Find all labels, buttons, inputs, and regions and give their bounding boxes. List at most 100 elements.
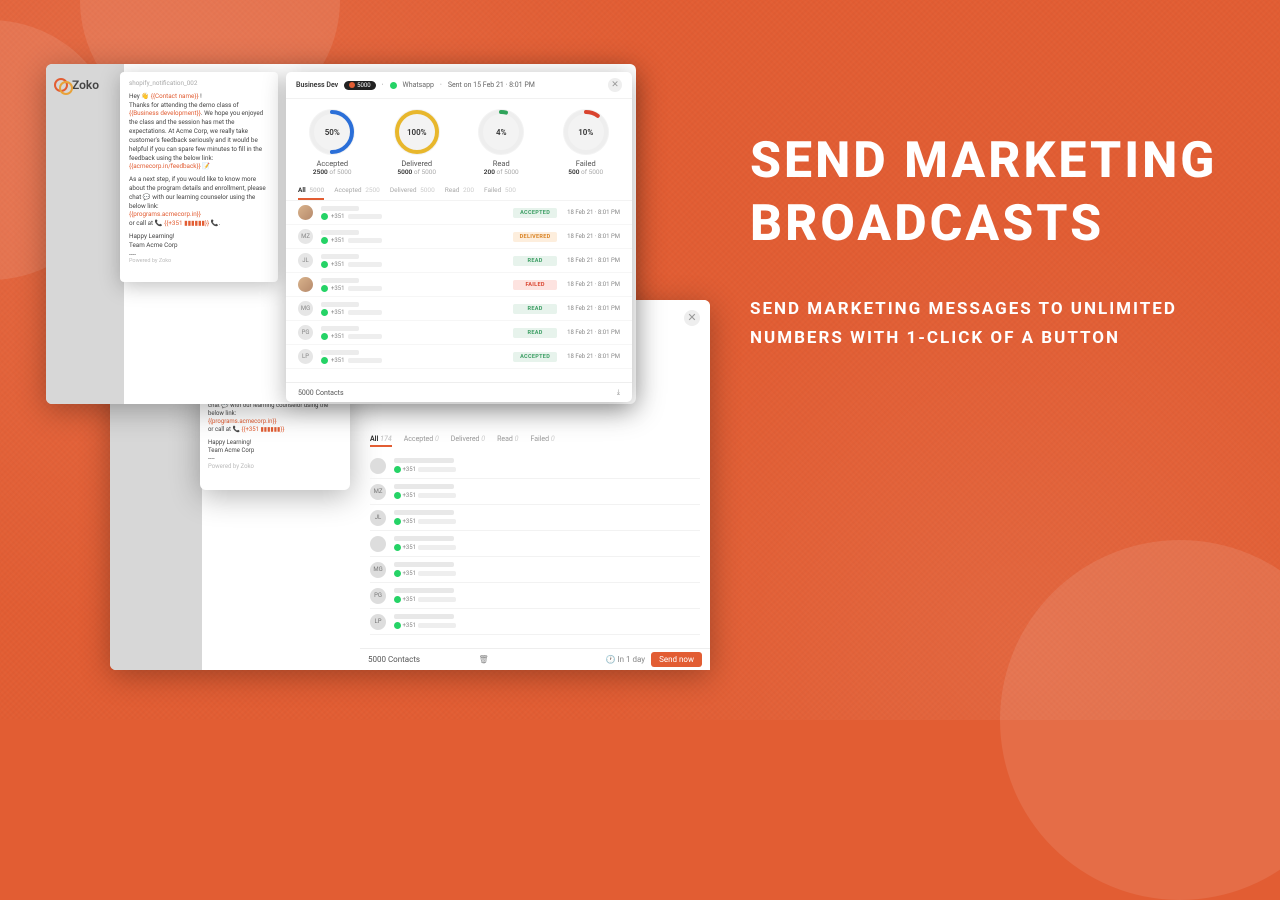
template-team: Team Acme Corp [129, 241, 269, 250]
filter-tab-failed[interactable]: Failed 0 [530, 435, 554, 447]
recipient-count-pill: 5000 [344, 81, 376, 90]
contact-phone: +351 [394, 518, 456, 525]
recipient-row[interactable]: +351 ACCEPTED 18 Feb 21 · 8:01 PM [286, 201, 632, 225]
send-now-button[interactable]: Send now [651, 652, 702, 667]
recipient-row[interactable]: LP +351 ACCEPTED 18 Feb 21 · 8:01 PM [286, 345, 632, 369]
recipient-row[interactable]: LP +351 [370, 609, 700, 635]
filter-tab-read[interactable]: Read 0 [497, 435, 518, 447]
avatar: LP [298, 349, 313, 364]
recipients-list: All 174 Accepted 0 Delivered 0 Read 0 Failed… [370, 435, 700, 635]
gauge-delivered: 100% Delivered 5000 of 5000 [381, 109, 453, 176]
avatar: MG [298, 301, 313, 316]
contact-phone: +351 [321, 285, 513, 292]
gauge-label: Read [493, 159, 510, 168]
brand-logo: Zoko [54, 78, 99, 92]
filter-tab-accepted[interactable]: Accepted 2500 [334, 186, 380, 200]
close-icon[interactable]: ✕ [608, 78, 622, 92]
contact-phone: +351 [394, 570, 456, 577]
download-icon[interactable]: ⤓ [617, 388, 620, 397]
contact-name-redacted [394, 536, 454, 541]
template-greeting: Hey 👋 [129, 92, 151, 100]
status-badge: ACCEPTED [513, 208, 557, 218]
whatsapp-icon [321, 237, 328, 244]
avatar: PG [370, 588, 386, 604]
whatsapp-icon [321, 357, 328, 364]
close-icon[interactable]: ✕ [684, 310, 700, 326]
phone-icon: 📞. [209, 219, 220, 227]
recipient-row[interactable]: JL +351 [370, 505, 700, 531]
gauge-failed: 10% Failed 500 of 5000 [550, 109, 622, 176]
gauge-fraction: 500 of 5000 [568, 168, 603, 176]
gauge-fraction: 2500 of 5000 [313, 168, 352, 176]
recipient-row[interactable]: PG +351 [370, 583, 700, 609]
contact-phone: +351 [394, 466, 456, 473]
template-program-link: {{programs.acmecorp.in}} [208, 418, 277, 425]
contact-name-redacted [394, 484, 454, 489]
contact-name-redacted [394, 458, 454, 463]
row-timestamp: 18 Feb 21 · 8:01 PM [567, 353, 620, 360]
template-line1: Thanks for attending the demo class of [129, 101, 239, 109]
status-badge: DELIVERED [513, 232, 557, 242]
template-id: shopify_notification_002 [129, 79, 269, 88]
template-course-var: {{Business development}} [129, 109, 201, 117]
contacts-count: 5000 Contacts [298, 389, 344, 397]
filter-tab-read[interactable]: Read 200 [445, 186, 474, 200]
recipient-row[interactable]: MG +351 [370, 557, 700, 583]
status-badge: READ [513, 328, 557, 338]
whatsapp-icon [321, 261, 328, 268]
filter-tab-all[interactable]: All 5000 [298, 186, 324, 200]
contact-phone: +351 [394, 596, 456, 603]
filter-tab-failed[interactable]: Failed 500 [484, 186, 516, 200]
contact-name-redacted [394, 588, 454, 593]
recipient-row[interactable]: +351 FAILED 18 Feb 21 · 8:01 PM [286, 273, 632, 297]
template-signoff: Happy Learning! [129, 232, 269, 241]
recipient-row[interactable]: PG +351 READ 18 Feb 21 · 8:01 PM [286, 321, 632, 345]
contact-name-redacted [321, 230, 359, 235]
recipient-row[interactable]: MG +351 READ 18 Feb 21 · 8:01 PM [286, 297, 632, 321]
avatar: LP [370, 614, 386, 630]
recipient-row[interactable]: MZ +351 DELIVERED 18 Feb 21 · 8:01 PM [286, 225, 632, 249]
whatsapp-icon [394, 466, 401, 473]
template-preview-card: shopify_notification_002 Hey 👋 {{Contact… [120, 72, 278, 282]
schedule-label[interactable]: 🕐 In 1 day [605, 655, 645, 664]
gauge-label: Accepted [316, 159, 348, 168]
contact-name-redacted [321, 350, 359, 355]
avatar: JL [370, 510, 386, 526]
whatsapp-icon [321, 213, 328, 220]
contact-name-redacted [321, 326, 359, 331]
recipient-row[interactable]: +351 [370, 531, 700, 557]
recipient-row[interactable]: JL +351 READ 18 Feb 21 · 8:01 PM [286, 249, 632, 273]
contacts-count: 5000 Contacts [368, 655, 420, 664]
contact-phone: +351 [321, 213, 513, 220]
contact-name-redacted [394, 614, 454, 619]
gauge-fraction: 200 of 5000 [484, 168, 519, 176]
whatsapp-icon [394, 518, 401, 525]
clock-icon: 🕐 [605, 655, 615, 664]
status-badge: READ [513, 256, 557, 266]
contact-phone: +351 [394, 492, 456, 499]
memo-icon: 📝 [201, 162, 210, 170]
avatar: MZ [370, 484, 386, 500]
avatar: JL [298, 253, 313, 268]
gauge-fraction: 5000 of 5000 [397, 168, 436, 176]
whatsapp-icon [321, 333, 328, 340]
composer-footer: 5000 Contacts 🗑 🕐 In 1 day Send now [360, 648, 710, 670]
hero-title: SEND MARKETING BROADCASTS [750, 130, 1220, 255]
delete-icon[interactable]: 🗑 [478, 655, 488, 664]
recipient-row[interactable]: MZ +351 [370, 479, 700, 505]
template-divider: ---- [208, 455, 342, 463]
contact-name-redacted [394, 562, 454, 567]
template-call-var: {{+351 ▮▮▮▮▮▮}} [164, 219, 209, 227]
channel-label: Whatsapp [403, 81, 434, 89]
filter-tab-accepted[interactable]: Accepted 0 [404, 435, 439, 447]
filter-tab-all[interactable]: All 174 [370, 435, 392, 447]
filter-tab-delivered[interactable]: Delivered 5000 [390, 186, 435, 200]
sent-timestamp: Sent on 15 Feb 21 · 8:01 PM [448, 81, 535, 89]
template-contact-var: {{Contact name}} [151, 92, 199, 100]
row-timestamp: 18 Feb 21 · 8:01 PM [567, 257, 620, 264]
gauge-label: Delivered [401, 159, 432, 168]
dot-icon [349, 82, 355, 88]
filter-tab-delivered[interactable]: Delivered 0 [451, 435, 485, 447]
recipient-row[interactable]: +351 [370, 453, 700, 479]
avatar [298, 277, 313, 292]
